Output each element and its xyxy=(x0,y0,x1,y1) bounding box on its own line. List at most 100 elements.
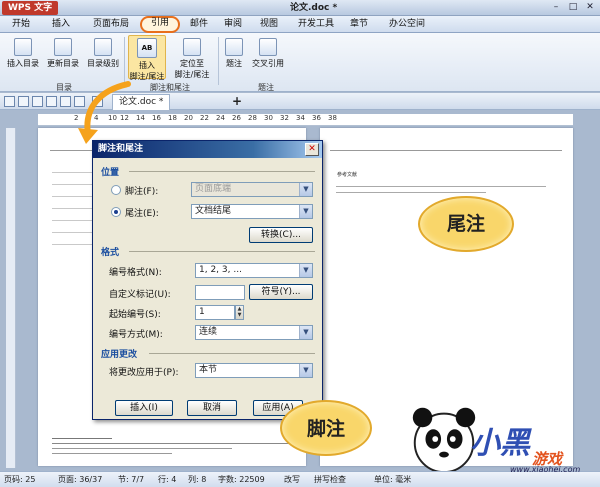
close-window-button[interactable]: ✕ xyxy=(582,1,598,14)
preview-icon[interactable] xyxy=(46,96,57,107)
wps-logo[interactable]: WPS 文字 xyxy=(2,1,59,15)
update-toc-button[interactable]: 更新目录 xyxy=(44,38,82,69)
section-apply: 应用更改 xyxy=(101,350,138,360)
open-icon[interactable] xyxy=(4,96,15,107)
watermark-brand: 小黑 xyxy=(470,426,530,461)
chevron-down-icon: ▼ xyxy=(299,326,312,339)
footnote-label: 脚注(F): xyxy=(125,187,159,197)
insert-footnote-button[interactable]: AB 插入 脚注/尾注 xyxy=(128,35,166,81)
status-spellcheck[interactable]: 拼写检查 xyxy=(314,473,346,487)
ruler-tick: 30 xyxy=(264,114,273,122)
toc-icon xyxy=(14,38,32,56)
caption-button[interactable]: 题注 xyxy=(222,38,246,69)
toc-level-button[interactable]: 目录级别 xyxy=(84,38,122,69)
number-format-select[interactable]: 1, 2, 3, ... ▼ xyxy=(195,263,313,278)
ribbon-tab-bar: 开始 插入 页面布局 引用 邮件 审阅 视图 开发工具 章节 办公空间 xyxy=(0,16,600,33)
caption-icon xyxy=(225,38,243,56)
minimize-button[interactable]: – xyxy=(548,1,564,14)
endnote-position-value: 文档结尾 xyxy=(195,206,232,216)
caption-group-label: 题注 xyxy=(258,83,274,92)
start-number-stepper[interactable]: ▲ ▼ xyxy=(235,305,244,320)
footnote-callout-text: 脚注 xyxy=(306,418,345,440)
custom-mark-input[interactable] xyxy=(195,285,245,300)
toc-level-label: 目录级别 xyxy=(87,59,119,68)
update-toc-label: 更新目录 xyxy=(47,59,79,68)
number-format-label: 编号格式(N): xyxy=(109,268,162,278)
title-bar: WPS 文字 论文.doc * – □ ✕ xyxy=(0,0,600,16)
section-divider xyxy=(149,353,315,354)
tab-references[interactable]: 引用 xyxy=(140,16,180,33)
numbering-label: 编号方式(M): xyxy=(109,330,163,340)
symbol-button[interactable]: 符号(Y)... xyxy=(249,284,313,300)
caption-label: 题注 xyxy=(226,59,242,68)
start-number-label: 起始编号(S): xyxy=(109,310,161,320)
maximize-button[interactable]: □ xyxy=(565,1,581,14)
footnote-position-select: 页面底端 ▼ xyxy=(191,182,313,197)
tab-insert[interactable]: 插入 xyxy=(46,17,76,32)
vertical-ruler[interactable] xyxy=(6,128,16,468)
insert-toc-label: 插入目录 xyxy=(7,59,39,68)
tab-developer[interactable]: 开发工具 xyxy=(292,17,340,32)
print-icon[interactable] xyxy=(32,96,43,107)
tab-mailings[interactable]: 邮件 xyxy=(184,17,214,32)
status-page: 页码: 25 xyxy=(4,475,36,484)
number-format-value: 1, 2, 3, ... xyxy=(199,265,242,275)
tab-office-space[interactable]: 办公空间 xyxy=(382,17,432,32)
tab-review[interactable]: 审阅 xyxy=(218,17,248,32)
apply-to-value: 本节 xyxy=(199,365,218,375)
status-unit[interactable]: 单位: 毫米 xyxy=(374,473,411,487)
goto-icon xyxy=(183,38,201,56)
dialog-title: 脚注和尾注 xyxy=(93,141,322,158)
footnote-endnote-dialog: 脚注和尾注 ✕ 位置 脚注(F): 页面底端 ▼ 尾注(E): 文档结尾 ▼ 转… xyxy=(92,140,323,420)
goto-footnote-label-2: 脚注/尾注 xyxy=(174,70,210,79)
goto-footnote-label-1: 定位至 xyxy=(180,59,204,68)
ruler-tick: 32 xyxy=(280,114,289,122)
footnote-position-value: 页面底端 xyxy=(195,184,232,194)
tab-view[interactable]: 视图 xyxy=(254,17,284,32)
endnote-radio[interactable] xyxy=(111,207,121,217)
cross-ref-icon xyxy=(259,38,277,56)
convert-button[interactable]: 转换(C)... xyxy=(249,227,313,243)
footnote-ab-icon: AB xyxy=(137,38,157,58)
insert-toc-button[interactable]: 插入目录 xyxy=(4,38,42,69)
chevron-down-icon: ▼ xyxy=(299,183,312,196)
tab-page-layout[interactable]: 页面布局 xyxy=(86,17,136,32)
status-section: 节: 7/7 xyxy=(118,475,145,484)
ruler-tick: 26 xyxy=(232,114,241,122)
watermark-url: www.xiaohei.com xyxy=(510,465,581,474)
ruler-tick: 22 xyxy=(200,114,209,122)
status-col: 列: 8 xyxy=(188,475,207,484)
endnote-position-select[interactable]: 文档结尾 ▼ xyxy=(191,204,313,219)
cross-reference-button[interactable]: 交叉引用 xyxy=(248,38,288,69)
apply-to-select[interactable]: 本节 ▼ xyxy=(195,363,313,378)
dialog-close-button[interactable]: ✕ xyxy=(305,143,319,156)
numbering-select[interactable]: 连续 ▼ xyxy=(195,325,313,340)
insert-button[interactable]: 插入(I) xyxy=(115,400,173,416)
endnote-label: 尾注(E): xyxy=(125,209,159,219)
start-number-input[interactable]: 1 xyxy=(195,305,235,320)
chevron-down-icon: ▼ xyxy=(299,364,312,377)
ruler-tick: 24 xyxy=(216,114,225,122)
section-divider xyxy=(129,251,315,252)
tab-sections[interactable]: 章节 xyxy=(344,17,374,32)
window-title: 论文.doc * xyxy=(290,3,338,13)
section-divider xyxy=(129,171,315,172)
apply-to-label: 将更改应用于(P): xyxy=(109,368,179,378)
section-position: 位置 xyxy=(101,168,120,178)
endnote-callout-text: 尾注 xyxy=(446,213,485,235)
insert-footnote-label-1: 插入 xyxy=(139,61,155,70)
ruler-tick: 20 xyxy=(184,114,193,122)
endnote-heading: 参考文献 xyxy=(337,172,358,178)
ruler-tick: 34 xyxy=(296,114,305,122)
status-pages: 页面: 36/37 xyxy=(58,475,103,484)
tab-home[interactable]: 开始 xyxy=(6,17,36,32)
refresh-icon xyxy=(54,38,72,56)
cross-ref-label: 交叉引用 xyxy=(252,59,284,68)
cancel-button[interactable]: 取消 xyxy=(187,400,237,416)
goto-footnote-button[interactable]: 定位至 脚注/尾注 xyxy=(170,38,214,80)
status-overwrite[interactable]: 改写 xyxy=(284,473,300,487)
new-tab-button[interactable]: + xyxy=(232,94,242,108)
ruler-tick: 28 xyxy=(248,114,257,122)
footnote-radio[interactable] xyxy=(111,185,121,195)
save-icon[interactable] xyxy=(18,96,29,107)
